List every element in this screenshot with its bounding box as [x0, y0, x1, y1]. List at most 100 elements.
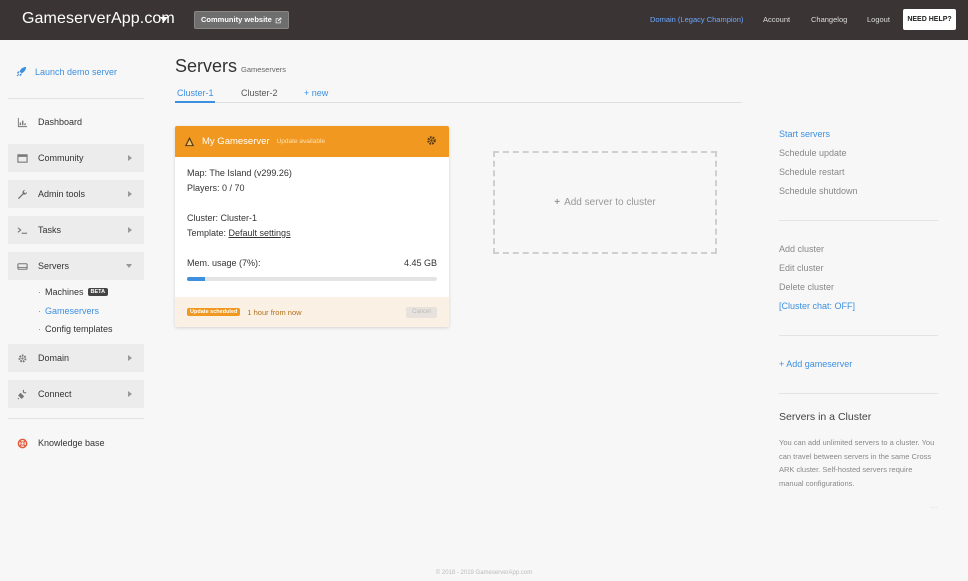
- server-template: Template: Default settings: [187, 228, 291, 238]
- launch-demo-server-label: Launch demo server: [35, 66, 118, 77]
- window-icon: [16, 152, 28, 164]
- sidebar-item-dashboard[interactable]: Dashboard: [8, 108, 144, 136]
- add-cluster-link[interactable]: Add cluster: [779, 244, 824, 254]
- cancel-button[interactable]: Cancel: [406, 307, 437, 318]
- right-divider: [779, 335, 938, 336]
- changelog-link[interactable]: Changelog: [811, 0, 847, 40]
- server-cluster: Cluster: Cluster-1: [187, 213, 258, 223]
- sidebar-item-label: Knowledge base: [38, 438, 105, 448]
- top-navbar: GameserverApp.com Community website Doma…: [0, 0, 968, 40]
- domain-link[interactable]: Domain (Legacy Champion): [650, 0, 743, 40]
- scheduled-time: 1 hour from now: [247, 307, 302, 317]
- wrench-icon: [16, 188, 28, 200]
- template-link[interactable]: Default settings: [229, 228, 291, 238]
- bullet-dot: ·: [38, 324, 41, 334]
- update-scheduled-badge: Update scheduled: [187, 308, 241, 316]
- sidebar-item-servers[interactable]: Servers: [8, 252, 144, 280]
- template-prefix: Template:: [187, 228, 229, 238]
- server-card-footer: Update scheduled 1 hour from now Cancel: [175, 297, 449, 327]
- external-link-icon: [275, 17, 282, 23]
- launch-demo-server-link[interactable]: Launch demo server: [16, 66, 117, 77]
- page-subtitle: Gameservers: [241, 65, 287, 74]
- sidebar-item-label: Domain: [38, 353, 70, 363]
- tabs-divider: [175, 102, 742, 103]
- sidebar-item-label: Dashboard: [38, 117, 83, 127]
- server-name[interactable]: My Gameserver: [202, 136, 270, 147]
- memory-usage-fill: [187, 277, 205, 281]
- cluster-chat-toggle[interactable]: [Cluster chat: OFF]: [779, 301, 855, 311]
- sidebar-item-admin-tools[interactable]: Admin tools: [8, 180, 144, 208]
- footer-copyright: © 2018 - 2019 GameserverApp.com: [435, 570, 533, 576]
- add-gameserver-link[interactable]: + Add gameserver: [779, 359, 852, 369]
- edit-cluster-link[interactable]: Edit cluster: [779, 263, 824, 273]
- sidebar-subitem-gameservers[interactable]: · Gameservers: [38, 306, 99, 316]
- tab-cluster-1[interactable]: Cluster-1: [177, 88, 214, 98]
- chart-icon: [16, 116, 28, 128]
- logout-link[interactable]: Logout: [867, 0, 890, 40]
- delete-cluster-link[interactable]: Delete cluster: [779, 282, 834, 292]
- schedule-shutdown-link[interactable]: Schedule shutdown: [779, 186, 858, 196]
- sidebar-subitem-label: Gameservers: [45, 306, 100, 316]
- memory-usage-label: Mem. usage (7%):: [187, 258, 261, 268]
- gear-icon[interactable]: [426, 135, 437, 146]
- terminal-icon: [16, 224, 28, 236]
- sidebar-item-label: Admin tools: [38, 189, 86, 199]
- beta-badge: BETA: [87, 288, 109, 296]
- brand-dropdown[interactable]: GameserverApp.com: [22, 10, 175, 28]
- sidebar-subitem-config-templates[interactable]: · Config templates: [38, 324, 113, 334]
- start-servers-link[interactable]: Start servers: [779, 129, 830, 139]
- server-status-text: Update available: [276, 138, 326, 145]
- community-website-label: Community website: [201, 15, 272, 24]
- sidebar-item-label: Servers: [38, 261, 70, 271]
- plug-icon: [16, 388, 28, 400]
- gear-icon: [16, 352, 28, 364]
- page-title: Servers: [175, 56, 238, 76]
- info-ellipsis: ....: [930, 503, 938, 510]
- chevron-right-icon: [128, 391, 132, 397]
- server-players: Players: 0 / 70: [187, 183, 245, 193]
- info-text: You can add unlimited servers to a clust…: [779, 438, 935, 488]
- right-divider: [779, 393, 938, 394]
- sidebar-item-domain[interactable]: Domain: [8, 344, 144, 372]
- server-icon: [16, 260, 28, 272]
- chevron-right-icon: [128, 191, 132, 197]
- memory-usage-bar: [187, 277, 437, 281]
- plus-icon: +: [554, 197, 561, 208]
- info-title: Servers in a Cluster: [779, 411, 872, 423]
- caret-down-icon[interactable]: [160, 17, 168, 22]
- add-server-label: Add server to cluster: [564, 197, 656, 208]
- sidebar-subitem-label: Config templates: [45, 324, 113, 334]
- tab-new-cluster[interactable]: + new: [304, 88, 328, 98]
- chevron-down-icon: [126, 264, 132, 268]
- sidebar-subitem-machines[interactable]: · Machines BETA: [38, 287, 109, 297]
- sidebar-divider: [8, 418, 144, 419]
- server-map: Map: The Island (v299.26): [187, 168, 292, 178]
- sidebar-item-knowledge-base[interactable]: Knowledge base: [8, 429, 144, 457]
- schedule-restart-link[interactable]: Schedule restart: [779, 167, 845, 177]
- right-divider: [779, 220, 938, 221]
- lifebuoy-icon: [16, 437, 28, 449]
- community-website-button[interactable]: Community website: [194, 11, 289, 29]
- account-link[interactable]: Account: [763, 0, 790, 40]
- server-card-header[interactable]: My Gameserver Update available: [175, 126, 449, 157]
- chevron-right-icon: [128, 355, 132, 361]
- sidebar-item-label: Connect: [38, 389, 72, 399]
- sidebar-divider: [8, 98, 144, 99]
- sidebar-item-community[interactable]: Community: [8, 144, 144, 172]
- need-help-button[interactable]: NEED HELP?: [903, 9, 956, 30]
- server-card: My Gameserver Update available Map: The …: [175, 126, 449, 327]
- chevron-right-icon: [128, 155, 132, 161]
- sidebar-item-label: Tasks: [38, 225, 62, 235]
- sidebar-item-label: Community: [38, 153, 84, 163]
- active-tab-indicator: [175, 101, 215, 103]
- rocket-icon: [16, 66, 27, 77]
- schedule-update-link[interactable]: Schedule update: [779, 148, 847, 158]
- bullet-dot: ·: [38, 287, 41, 297]
- tab-cluster-2[interactable]: Cluster-2: [241, 88, 278, 98]
- sidebar-item-tasks[interactable]: Tasks: [8, 216, 144, 244]
- ark-logo-icon: [184, 136, 195, 147]
- bullet-dot: ·: [38, 306, 41, 316]
- memory-usage-value: 4.45 GB: [403, 258, 437, 268]
- add-server-to-cluster-button[interactable]: + Add server to cluster: [493, 151, 717, 254]
- sidebar-item-connect[interactable]: Connect: [8, 380, 144, 408]
